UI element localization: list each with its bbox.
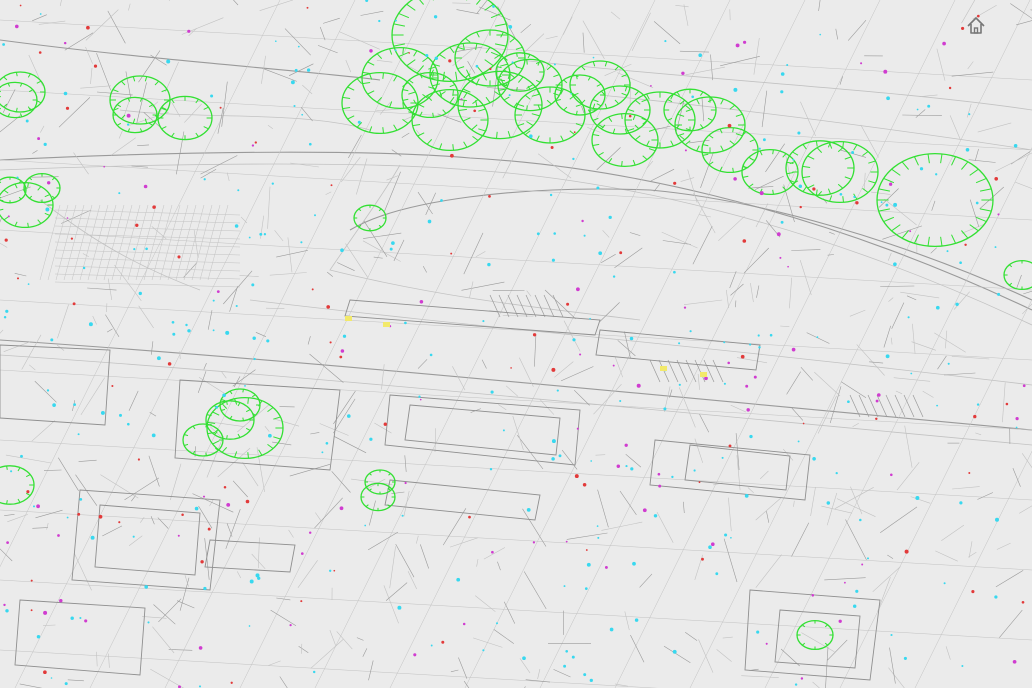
site-plan-drawing[interactable]	[0, 0, 1032, 688]
home-icon	[967, 17, 985, 34]
building-footprints	[0, 299, 881, 681]
tree-symbols	[0, 0, 1032, 651]
cad-3d-viewport[interactable]	[0, 0, 1032, 688]
home-view-button[interactable]	[962, 12, 990, 40]
point-markers	[2, 0, 1026, 688]
plan-linework	[0, 0, 1032, 688]
